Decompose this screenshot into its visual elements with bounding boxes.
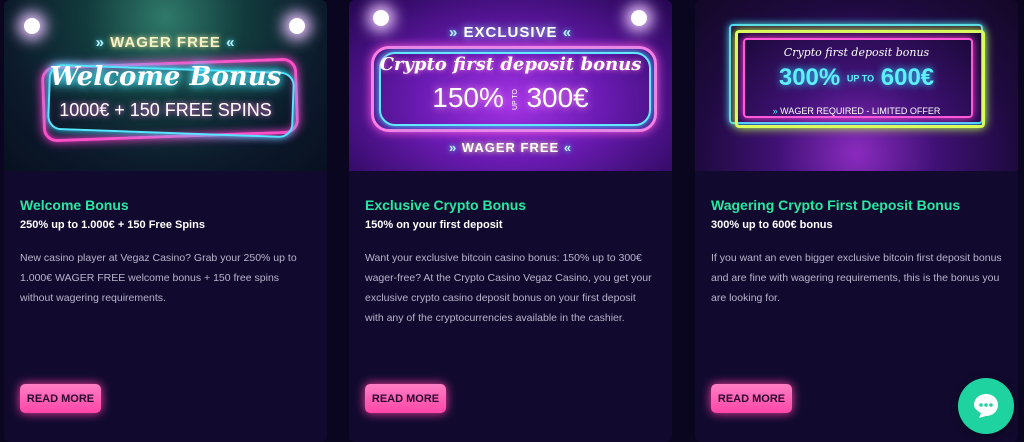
read-more-button[interactable]: READ MORE: [711, 384, 792, 413]
banner-footer: » WAGER REQUIRED - LIMITED OFFER: [695, 106, 1018, 116]
bonus-card-wagering-crypto: Crypto first deposit bonus 300% UP TO 60…: [695, 0, 1018, 442]
card-description: Want your exclusive bitcoin casino bonus…: [365, 252, 652, 324]
banner-offer: 300% UP TO 600€: [695, 64, 1018, 92]
chevron-left-icon: «: [562, 24, 573, 41]
spotlight-decoration: [24, 18, 40, 34]
welcome-bonus-banner[interactable]: » WAGER FREE « Welcome Bonus 1000€ + 150…: [4, 0, 327, 171]
bonus-card-welcome: » WAGER FREE « Welcome Bonus 1000€ + 150…: [4, 0, 327, 442]
bonus-card-exclusive-crypto: » EXCLUSIVE « Crypto first deposit bonus…: [349, 0, 672, 442]
chevron-right-icon: »: [448, 140, 458, 155]
chat-bubble-icon: [974, 394, 998, 418]
card-description: If you want an even bigger exclusive bit…: [711, 252, 1002, 304]
read-more-button[interactable]: READ MORE: [20, 384, 101, 413]
card-description: New casino player at Vegaz Casino? Grab …: [20, 252, 297, 304]
card-subtitle: 150% on your first deposit: [365, 219, 503, 231]
banner-amount: 300€: [526, 82, 589, 113]
wagering-crypto-banner[interactable]: Crypto first deposit bonus 300% UP TO 60…: [695, 0, 1018, 171]
banner-tag: Crypto first deposit bonus: [783, 46, 930, 59]
card-title: Wagering Crypto First Deposit Bonus: [711, 197, 961, 213]
chevron-left-icon: «: [226, 34, 236, 51]
chevron-right-icon: »: [448, 24, 459, 41]
card-subtitle: 250% up to 1.000€ + 150 Free Spins: [20, 219, 205, 231]
banner-tag-text: EXCLUSIVE: [463, 24, 558, 41]
banner-percent: 300%: [778, 64, 841, 91]
card-title: Welcome Bonus: [20, 197, 129, 213]
chevron-right-icon: »: [95, 34, 105, 51]
banner-tag: » EXCLUSIVE «: [349, 24, 672, 41]
banner-headline: Crypto first deposit bonus: [379, 54, 642, 75]
banner-headline: Welcome Bonus: [49, 62, 282, 92]
chat-widget-button[interactable]: [958, 378, 1014, 434]
read-more-button[interactable]: READ MORE: [365, 384, 446, 413]
banner-offer: 150% UP TO 300€: [349, 82, 672, 114]
chevron-left-icon: «: [563, 140, 573, 155]
banner-footer: » WAGER FREE «: [349, 140, 672, 155]
banner-amount: 600€: [880, 64, 935, 91]
banner-footer-text: WAGER REQUIRED - LIMITED OFFER: [780, 106, 941, 116]
banner-offer-line: 1000€ + 150 FREE SPINS: [59, 100, 272, 120]
banner-footer-text: WAGER FREE: [461, 140, 560, 155]
exclusive-crypto-banner[interactable]: » EXCLUSIVE « Crypto first deposit bonus…: [349, 0, 672, 171]
spotlight-decoration: [289, 18, 305, 34]
banner-upto: UP TO: [511, 89, 519, 111]
chevron-right-icon: »: [772, 106, 778, 116]
banner-percent: 150%: [432, 82, 504, 113]
banner-upto: UP TO: [846, 73, 875, 84]
banner-tag-text: WAGER FREE: [110, 34, 221, 51]
card-title: Exclusive Crypto Bonus: [365, 197, 527, 213]
card-subtitle: 300% up to 600€ bonus: [711, 219, 833, 231]
banner-tag: » WAGER FREE «: [4, 34, 327, 51]
